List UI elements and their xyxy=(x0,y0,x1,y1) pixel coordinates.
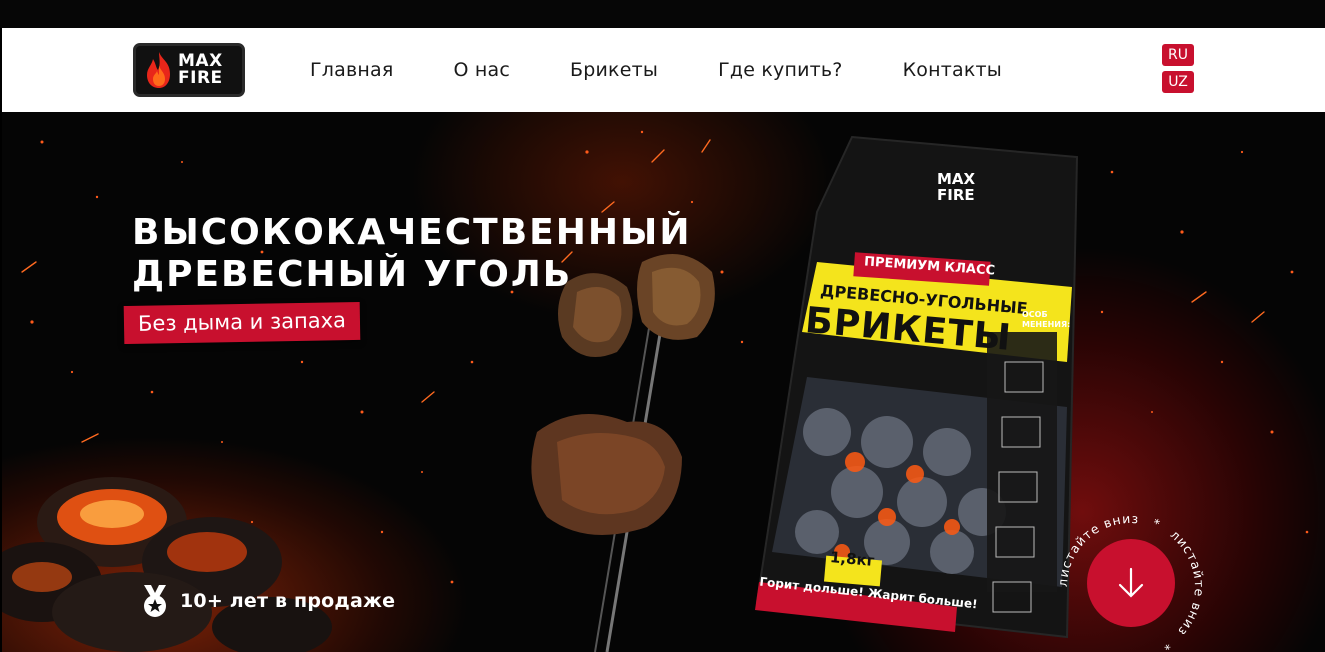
scroll-down-button[interactable] xyxy=(1087,539,1175,627)
scroll-ring-star-1: * xyxy=(1151,515,1163,532)
top-strip xyxy=(0,0,1325,28)
package-side-label-2: МЕНЕНИЯ: xyxy=(1022,320,1071,329)
scroll-down-control[interactable]: листайте вниз * листайте вниз * xyxy=(1056,512,1206,652)
arrow-down-icon xyxy=(1118,567,1144,598)
kebab-skewer-image xyxy=(531,254,715,652)
package-logo-line2: FIRE xyxy=(937,186,975,204)
logo-text-line2: FIRE xyxy=(178,68,223,88)
package-weight: 1,8кг xyxy=(829,548,876,570)
medal-icon xyxy=(144,585,166,617)
briquettes-package-image xyxy=(755,135,1079,639)
lang-ru-button[interactable]: RU xyxy=(1162,44,1194,66)
nav-item-about[interactable]: О нас xyxy=(453,58,510,82)
package-logo-line1: MAX xyxy=(937,170,976,188)
years-badge: 10+ лет в продаже xyxy=(138,584,395,618)
main-nav: Главная О нас Брикеты Где купить? Контак… xyxy=(310,58,1062,82)
nav-item-contacts[interactable]: Контакты xyxy=(903,58,1002,82)
years-badge-text: 10+ лет в продаже xyxy=(180,590,396,612)
logo[interactable]: MAX FIRE xyxy=(133,43,245,97)
nav-item-briquettes[interactable]: Брикеты xyxy=(570,58,658,82)
lang-uz-button[interactable]: UZ xyxy=(1162,71,1194,93)
hero-tagline: Без дыма и запаха xyxy=(123,301,361,345)
nav-item-where-to-buy[interactable]: Где купить? xyxy=(718,58,843,82)
scroll-ring-star-2: * xyxy=(1159,638,1173,652)
flame-icon xyxy=(147,52,170,88)
hero-section: ВЫСОКОКАЧЕСТВЕННЫЙ ДРЕВЕСНЫЙ УГОЛЬ Без д… xyxy=(2,112,1325,652)
nav-item-home[interactable]: Главная xyxy=(310,58,393,82)
package-side-label-1: ОСОБ xyxy=(1022,310,1048,319)
site-header: MAX FIRE Главная О нас Брикеты Где купит… xyxy=(2,28,1325,112)
